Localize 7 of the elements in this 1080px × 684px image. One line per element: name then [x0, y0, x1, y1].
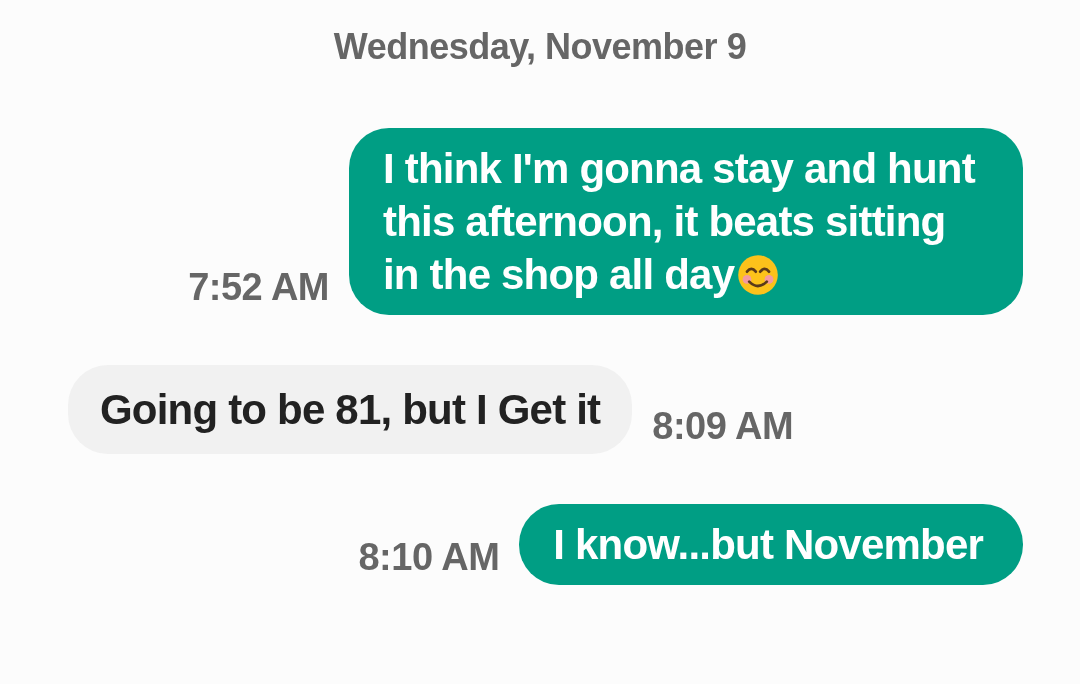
- message-text: I know...but November: [553, 521, 983, 568]
- message-time: 7:52 AM: [188, 266, 329, 310]
- message-time: 8:10 AM: [358, 536, 500, 580]
- message-text: I think I'm gonna stay and hunt this afternoon, it beats sitting in the shop all day: [383, 145, 975, 298]
- message-time: 8:09 AM: [652, 405, 794, 449]
- message-text: Going to be 81, but I Get it: [100, 386, 601, 433]
- date-header: Wednesday, November 9: [332, 26, 748, 68]
